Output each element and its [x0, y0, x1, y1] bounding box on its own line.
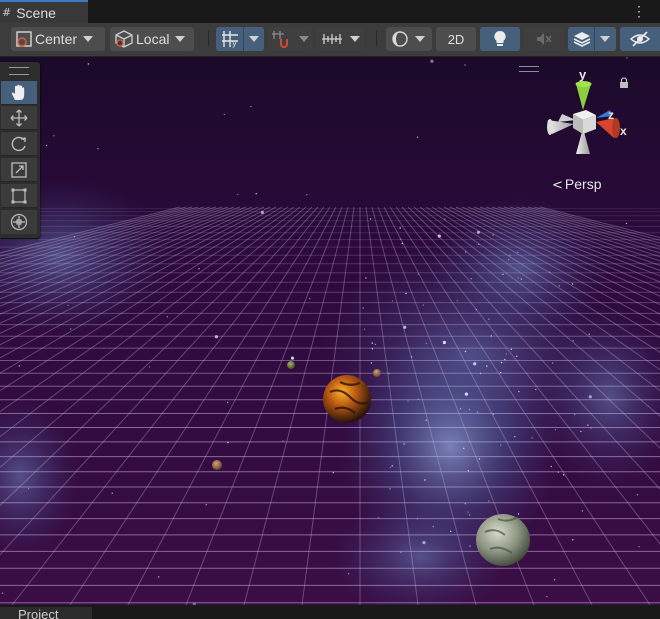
gizmo-axis-y-cone[interactable] [576, 84, 591, 110]
scale-icon [11, 162, 27, 178]
pivot-mode-dropdown[interactable]: Center [11, 27, 105, 51]
moon-small-orange[interactable] [212, 460, 222, 470]
audio-toggle[interactable] [524, 27, 564, 51]
ruler-icon [322, 34, 342, 44]
toolbar-divider [208, 31, 209, 47]
tool-palette [0, 62, 40, 238]
scene-toolbar: Center Local y 2D [0, 23, 660, 57]
tab-scene[interactable]: # Scene [0, 0, 88, 23]
chevron-down-icon [175, 36, 186, 42]
chevron-down-icon [350, 36, 360, 42]
planet-rock[interactable] [476, 514, 530, 566]
cube-icon [115, 30, 133, 48]
rect-tool-button[interactable] [1, 184, 37, 208]
tab-bar: # Scene ⋮ [0, 0, 660, 23]
layers-icon [573, 32, 591, 47]
more-options-icon[interactable]: ⋮ [632, 3, 646, 19]
move-tool-button[interactable] [1, 106, 37, 130]
2d-mode-label: 2D [447, 31, 465, 47]
transform-tool-button[interactable] [1, 210, 37, 234]
chevron-down-icon [415, 36, 425, 42]
rotate-icon [11, 136, 26, 152]
speaker-muted-icon [537, 33, 552, 45]
svg-text:y: y [232, 39, 237, 48]
tab-project[interactable]: Project [0, 607, 92, 619]
pivot-rotation-label: Local [136, 31, 170, 47]
move-arrows-icon [10, 109, 28, 127]
shading-sphere-icon [392, 31, 408, 47]
eye-slash-icon [629, 31, 651, 47]
gizmo-y-label: y [579, 67, 587, 82]
hand-icon [11, 84, 25, 100]
perspective-icon: < [552, 178, 563, 193]
magnet-grid-icon [272, 31, 288, 48]
grid-snap-icon: y [222, 31, 238, 48]
tab-project-label: Project [18, 607, 59, 619]
pivot-rotation-dropdown[interactable]: Local [110, 27, 194, 51]
chevron-down-icon [600, 36, 610, 42]
hash-icon: # [2, 6, 12, 19]
grid-visibility-dropdown[interactable]: y [216, 27, 264, 51]
moon-small-tan[interactable] [373, 369, 381, 377]
increment-snap-dropdown[interactable] [316, 27, 364, 51]
gizmo-center-cube[interactable] [573, 110, 596, 134]
pivot-mode-label: Center [35, 31, 78, 47]
pivot-icon [16, 31, 32, 47]
projection-toggle[interactable]: < Persp [552, 176, 601, 193]
transform-icon [10, 213, 28, 231]
chevron-down-icon [249, 36, 259, 42]
scene-visibility-toggle[interactable] [620, 27, 660, 51]
chevron-down-icon [299, 36, 309, 42]
lighting-toggle[interactable] [480, 27, 520, 51]
snap-settings-dropdown[interactable] [268, 27, 312, 51]
toolbar-divider [376, 31, 377, 47]
rect-transform-icon [11, 188, 27, 204]
lightbulb-icon [494, 30, 506, 46]
hand-tool-button[interactable] [1, 81, 37, 105]
2d-mode-toggle[interactable]: 2D [436, 27, 476, 51]
chevron-down-icon [83, 36, 94, 42]
draw-mode-dropdown[interactable] [386, 27, 432, 51]
projection-label: Persp [564, 176, 602, 192]
overlay-drag-handle[interactable] [519, 66, 539, 72]
gizmo-z-label: z [608, 108, 614, 122]
bottom-dock [0, 605, 660, 616]
tab-scene-label: Scene [16, 4, 56, 21]
moon-small-green[interactable] [287, 361, 295, 369]
effects-dropdown[interactable] [568, 27, 616, 51]
planet-lava[interactable] [323, 375, 371, 423]
scale-tool-button[interactable] [1, 158, 37, 182]
rotate-tool-button[interactable] [1, 132, 37, 156]
gizmo-x-label: x [620, 124, 627, 138]
palette-drag-handle[interactable] [9, 67, 29, 75]
